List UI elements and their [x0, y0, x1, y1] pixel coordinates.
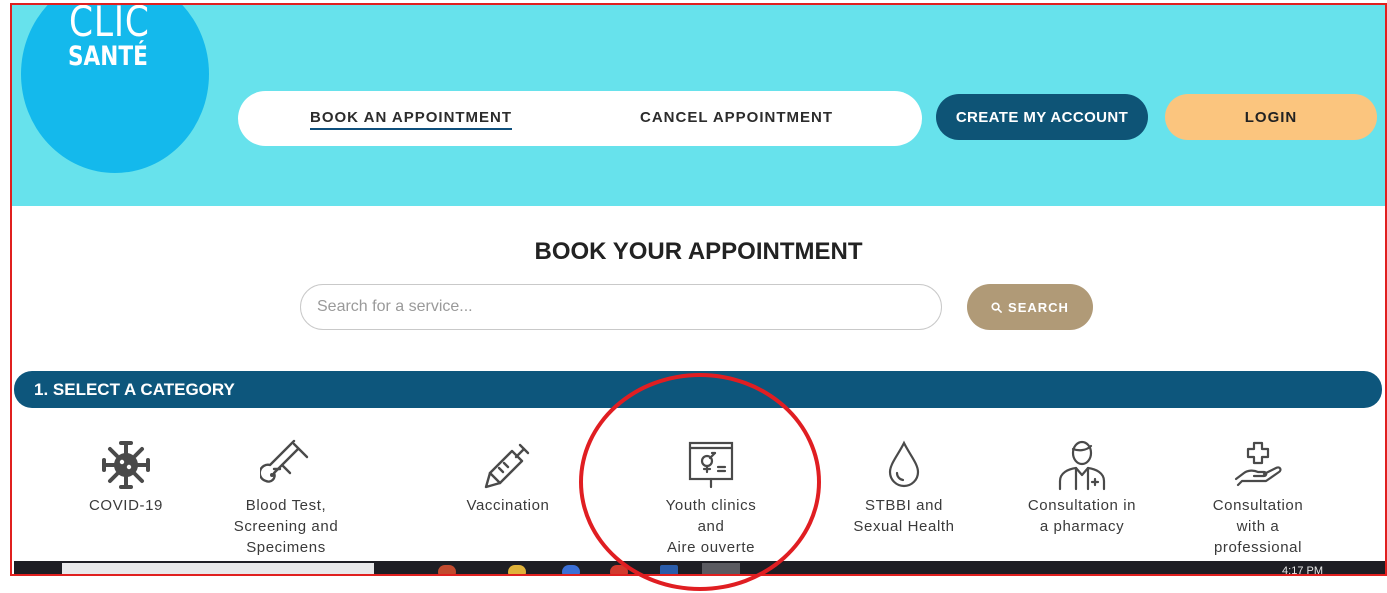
category-covid-19[interactable]: COVID-19	[46, 439, 206, 516]
category-label-line1: Vaccination	[466, 497, 550, 514]
category-label-line1: Consultation	[1212, 497, 1304, 514]
category-vaccination[interactable]: Vaccination	[428, 439, 588, 516]
main-nav: BOOK AN APPOINTMENT CANCEL APPOINTMENT	[238, 91, 922, 146]
drop-icon	[888, 440, 920, 488]
category-label-line3: professional	[1213, 539, 1303, 556]
category-label-line1: Youth clinics	[665, 497, 757, 514]
taskbar-app-icon[interactable]	[562, 565, 580, 574]
category-label-line1: STBBI and	[865, 497, 943, 514]
category-label-line2: Sexual Health	[853, 518, 955, 535]
create-account-button[interactable]: CREATE MY ACCOUNT	[936, 94, 1148, 140]
category-label-line3: Aire ouverte	[666, 539, 756, 556]
search-input[interactable]	[300, 284, 942, 330]
search-icon	[991, 301, 1002, 313]
os-taskbar: 4:17 PM	[14, 561, 1385, 576]
logo-line-clic: CLIC	[69, 3, 150, 46]
category-youth-clinics[interactable]: Youth clinics and Aire ouverte	[631, 439, 791, 558]
category-pharmacy-consultation[interactable]: Consultation in a pharmacy	[1002, 439, 1162, 537]
category-label-line1: COVID-19	[89, 497, 163, 514]
page-title: BOOK YOUR APPOINTMENT	[534, 238, 863, 265]
taskbar-window-thumbnail[interactable]	[62, 563, 374, 574]
taskbar-active-app[interactable]	[702, 563, 740, 574]
taskbar-app-icon[interactable]	[438, 565, 456, 574]
category-section-title: 1. SELECT A CATEGORY	[34, 380, 235, 399]
syringe-icon	[484, 443, 530, 489]
logo-line-sante: SANTÉ	[68, 41, 148, 72]
nav-cancel-appointment[interactable]: CANCEL APPOINTMENT	[640, 109, 833, 126]
clic-sante-logo[interactable]: CLIC SANTÉ	[21, 3, 209, 173]
category-label-line2: and	[697, 518, 725, 535]
taskbar-app-icon[interactable]	[610, 565, 628, 574]
test-tube-icon	[260, 439, 309, 483]
category-label-line3: Specimens	[246, 539, 326, 556]
category-label-line1: Consultation in	[1027, 497, 1137, 514]
nav-book-appointment[interactable]: BOOK AN APPOINTMENT	[310, 109, 513, 130]
app-frame: CLIC SANTÉ BOOK AN APPOINTMENT CANCEL AP…	[10, 3, 1387, 576]
search-button[interactable]: SEARCH	[967, 284, 1093, 330]
category-label-line1: Blood Test,	[245, 497, 327, 514]
search-button-label: SEARCH	[1008, 299, 1069, 315]
taskbar-clock: 4:17 PM	[1282, 565, 1323, 576]
category-section-header: 1. SELECT A CATEGORY	[14, 371, 1382, 408]
login-button[interactable]: LOGIN	[1165, 94, 1377, 140]
category-label-line2: Screening and	[233, 518, 339, 535]
taskbar-app-icon[interactable]	[508, 565, 526, 574]
category-label-line2: with a	[1236, 518, 1280, 535]
category-stbbi-sexual-health[interactable]: STBBI and Sexual Health	[824, 439, 984, 537]
hand-cross-icon	[1234, 441, 1282, 487]
virus-icon	[102, 441, 150, 489]
category-label-line2: a pharmacy	[1039, 518, 1125, 535]
pharmacist-icon	[1058, 440, 1106, 491]
category-professional-consultation[interactable]: Consultation with a professional	[1178, 439, 1338, 558]
presentation-board-icon	[688, 441, 734, 489]
site-header: CLIC SANTÉ BOOK AN APPOINTMENT CANCEL AP…	[12, 5, 1385, 206]
taskbar-app-icon[interactable]	[660, 565, 678, 574]
category-blood-test[interactable]: Blood Test, Screening and Specimens	[206, 439, 366, 558]
